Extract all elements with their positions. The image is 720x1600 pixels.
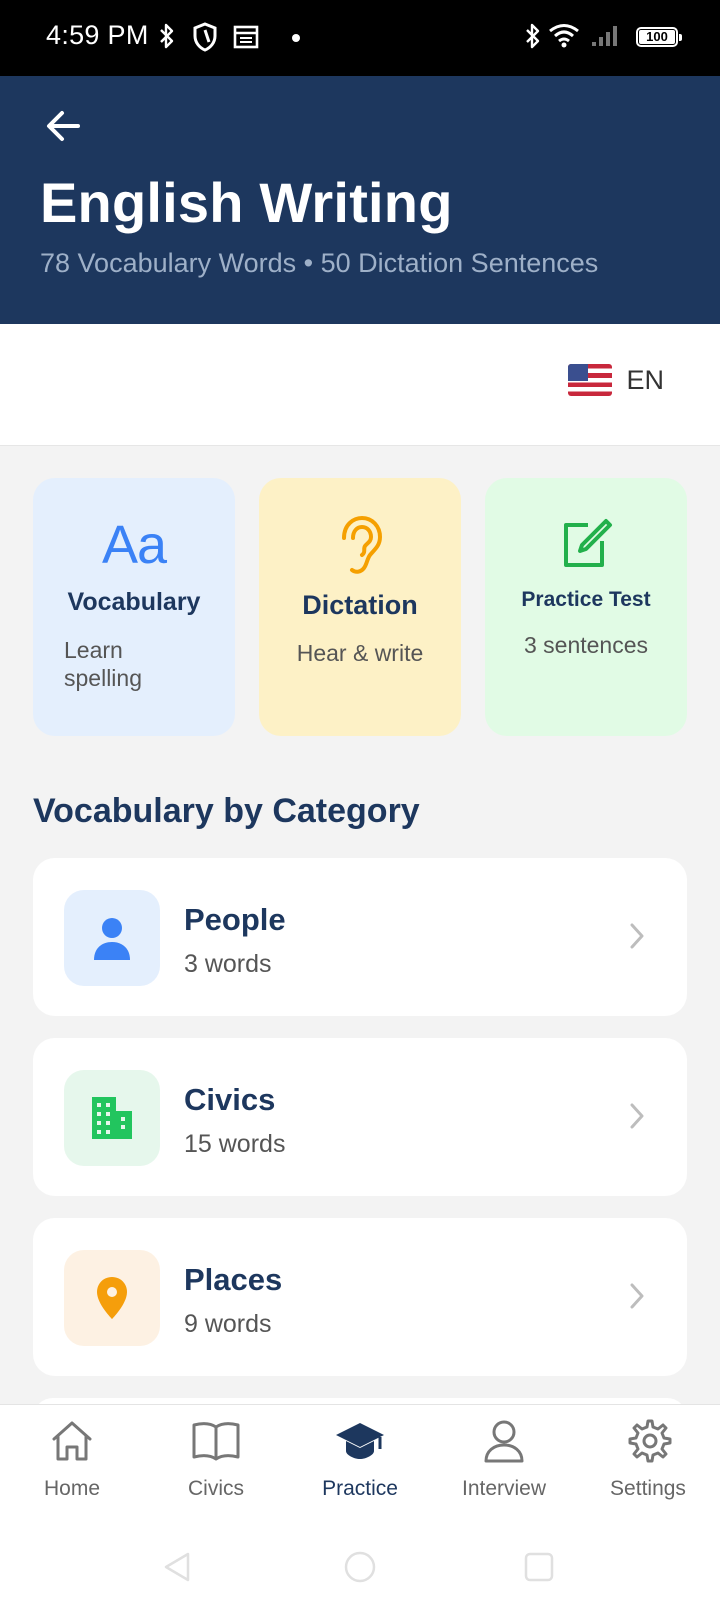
location-pin-icon [64, 1250, 160, 1346]
category-count: 3 words [184, 950, 272, 978]
edit-square-icon [485, 514, 687, 576]
language-bar: EN [0, 324, 720, 446]
language-switcher[interactable]: EN [568, 364, 664, 396]
dictation-description: Hear & write [296, 640, 424, 666]
category-count: 15 words [184, 1130, 286, 1158]
battery-icon: 100 [636, 27, 682, 47]
practice-test-description: 3 sentences [523, 632, 649, 658]
bluetooth-icon [526, 23, 540, 49]
nav-civics[interactable]: Civics [144, 1405, 288, 1531]
nav-label: Civics [188, 1477, 244, 1500]
vocabulary-card[interactable]: Aa Vocabulary Learn spelling [33, 478, 235, 736]
building-icon [64, 1070, 160, 1166]
calendar-icon [233, 25, 259, 49]
page-subtitle: 78 Vocabulary Words • 50 Dictation Sente… [40, 248, 599, 278]
bottom-navigation: Home Civics Practice Interview Settings [0, 1404, 720, 1530]
category-count: 9 words [184, 1310, 272, 1338]
nav-home[interactable]: Home [0, 1405, 144, 1531]
nav-label: Interview [461, 1477, 547, 1500]
battery-level: 100 [639, 30, 675, 44]
language-code: EN [626, 364, 664, 395]
page-title: English Writing [40, 171, 453, 234]
person-icon [64, 890, 160, 986]
nav-label: Home [43, 1477, 101, 1500]
chevron-right-icon [630, 1103, 644, 1129]
book-icon [192, 1422, 240, 1461]
status-bar: 4:59 PM 100 [0, 0, 720, 76]
gear-icon [628, 1419, 672, 1463]
shield-icon [193, 22, 217, 52]
nav-label: Settings [610, 1477, 686, 1500]
dictation-title: Dictation [302, 590, 418, 620]
category-card-civics[interactable]: Civics 15 words [33, 1038, 687, 1196]
page-header: English Writing 78 Vocabulary Words • 50… [0, 76, 720, 324]
nav-label: Practice [322, 1477, 398, 1500]
back-arrow-icon[interactable] [40, 102, 88, 150]
section-title: Vocabulary by Category [33, 792, 420, 830]
category-card-places[interactable]: Places 9 words [33, 1218, 687, 1376]
vocabulary-description: Learn spelling [64, 637, 142, 691]
chevron-right-icon [630, 923, 644, 949]
system-navigation-bar [0, 1530, 720, 1600]
text-aa-icon: Aa [101, 515, 167, 575]
nav-practice[interactable]: Practice [288, 1405, 432, 1531]
home-icon [52, 1421, 92, 1461]
category-name: Civics [184, 1082, 276, 1117]
graduation-cap-icon [336, 1423, 384, 1459]
nav-interview[interactable]: Interview [432, 1405, 576, 1531]
category-name: People [184, 902, 286, 937]
practice-test-title: Practice Test [521, 588, 651, 611]
system-back-icon[interactable] [160, 1550, 194, 1584]
vocabulary-title: Vocabulary [67, 588, 201, 616]
practice-test-card[interactable]: Practice Test 3 sentences [485, 478, 687, 736]
user-icon [484, 1420, 524, 1463]
status-time: 4:59 PM [46, 20, 149, 50]
system-home-icon[interactable] [343, 1550, 377, 1584]
category-card-people[interactable]: People 3 words [33, 858, 687, 1016]
chevron-right-icon [630, 1283, 644, 1309]
bluetooth-icon [160, 23, 174, 49]
wifi-icon [549, 24, 579, 48]
nav-settings[interactable]: Settings [576, 1405, 720, 1531]
signal-icon [592, 26, 617, 46]
category-name: Places [184, 1262, 283, 1297]
us-flag-icon [568, 364, 613, 396]
system-recents-icon[interactable] [522, 1550, 556, 1584]
notification-dot [292, 34, 300, 42]
dictation-card[interactable]: Dictation Hear & write [259, 478, 461, 736]
ear-icon [259, 514, 461, 576]
